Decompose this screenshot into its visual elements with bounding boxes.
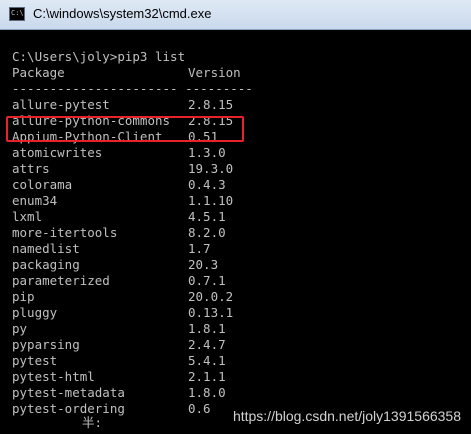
package-row: atomicwrites 1.3.0	[12, 145, 226, 161]
package-name: namedlist	[12, 241, 80, 256]
package-row: packaging 20.3	[12, 257, 218, 273]
window-title: C:\windows\system32\cmd.exe	[33, 6, 212, 21]
package-version: 0.7.1	[188, 273, 226, 288]
watermark: https://blog.csdn.net/joly1391566358	[232, 408, 461, 424]
package-row: more-itertools 8.2.0	[12, 225, 226, 241]
package-row: allure-pytest 2.8.15	[12, 97, 233, 113]
package-row: lxml 4.5.1	[12, 209, 226, 225]
package-row: pip 20.0.2	[12, 289, 233, 305]
package-version: 0.6	[188, 401, 211, 416]
package-version: 20.3	[188, 257, 219, 272]
package-version: 1.3.0	[188, 145, 226, 160]
package-version: 8.2.0	[188, 225, 226, 240]
package-version: 2.1.1	[188, 369, 226, 384]
highlight-box	[6, 116, 244, 142]
list-header: Package Version	[12, 65, 241, 81]
package-row: pyparsing 2.4.7	[12, 337, 226, 353]
package-name: allure-pytest	[12, 97, 110, 112]
package-name: py	[12, 321, 28, 336]
package-row: pytest-html 2.1.1	[12, 369, 226, 385]
package-row: attrs 19.3.0	[12, 161, 233, 177]
cmd-icon-glyph: C:\	[11, 9, 24, 17]
package-row: namedlist 1.7	[12, 241, 211, 257]
package-version: 2.8.15	[188, 97, 234, 112]
package-name: enum34	[12, 193, 58, 208]
window-titlebar[interactable]: C:\ C:\windows\system32\cmd.exe	[0, 0, 471, 30]
package-name: packaging	[12, 257, 80, 272]
cmd-icon[interactable]: C:\	[9, 7, 25, 21]
package-name: pluggy	[12, 305, 58, 320]
package-row: parameterized 0.7.1	[12, 273, 226, 289]
header-separator: ---------------------- ---------	[12, 81, 253, 96]
package-version: 1.1.10	[188, 193, 234, 208]
package-name: pytest-metadata	[12, 385, 125, 400]
package-version: 4.5.1	[188, 209, 226, 224]
package-name: lxml	[12, 209, 43, 224]
ime-status: 半:	[82, 415, 103, 430]
package-name: more-itertools	[12, 225, 118, 240]
package-name: pip	[12, 289, 35, 304]
package-version: 1.7	[188, 241, 211, 256]
package-name: atomicwrites	[12, 145, 103, 160]
package-row: pytest 5.4.1	[12, 353, 226, 369]
package-name: attrs	[12, 161, 50, 176]
package-version: 1.8.1	[188, 321, 226, 336]
package-row: pytest-ordering 0.6	[12, 401, 211, 417]
package-version: 20.0.2	[188, 289, 234, 304]
command-prompt: C:\Users\joly>pip3 list	[12, 49, 186, 64]
console-output[interactable]: C:\Users\joly>pip3 list Package Version -…	[0, 30, 471, 434]
package-row: colorama 0.4.3	[12, 177, 226, 193]
package-row: enum34 1.1.10	[12, 193, 233, 209]
package-row: pluggy 0.13.1	[12, 305, 233, 321]
package-name: parameterized	[12, 273, 110, 288]
package-row: py 1.8.1	[12, 321, 226, 337]
package-row: pytest-metadata 1.8.0	[12, 385, 226, 401]
package-version: 1.8.0	[188, 385, 226, 400]
package-version: 5.4.1	[188, 353, 226, 368]
package-version: 0.4.3	[188, 177, 226, 192]
header-package: Package	[12, 65, 65, 80]
package-version: 2.4.7	[188, 337, 226, 352]
package-name: colorama	[12, 177, 73, 192]
package-version: 19.3.0	[188, 161, 234, 176]
package-version: 0.13.1	[188, 305, 234, 320]
package-name: pytest	[12, 353, 58, 368]
package-name: pytest-html	[12, 369, 95, 384]
header-version: Version	[188, 65, 241, 80]
package-name: pyparsing	[12, 337, 80, 352]
